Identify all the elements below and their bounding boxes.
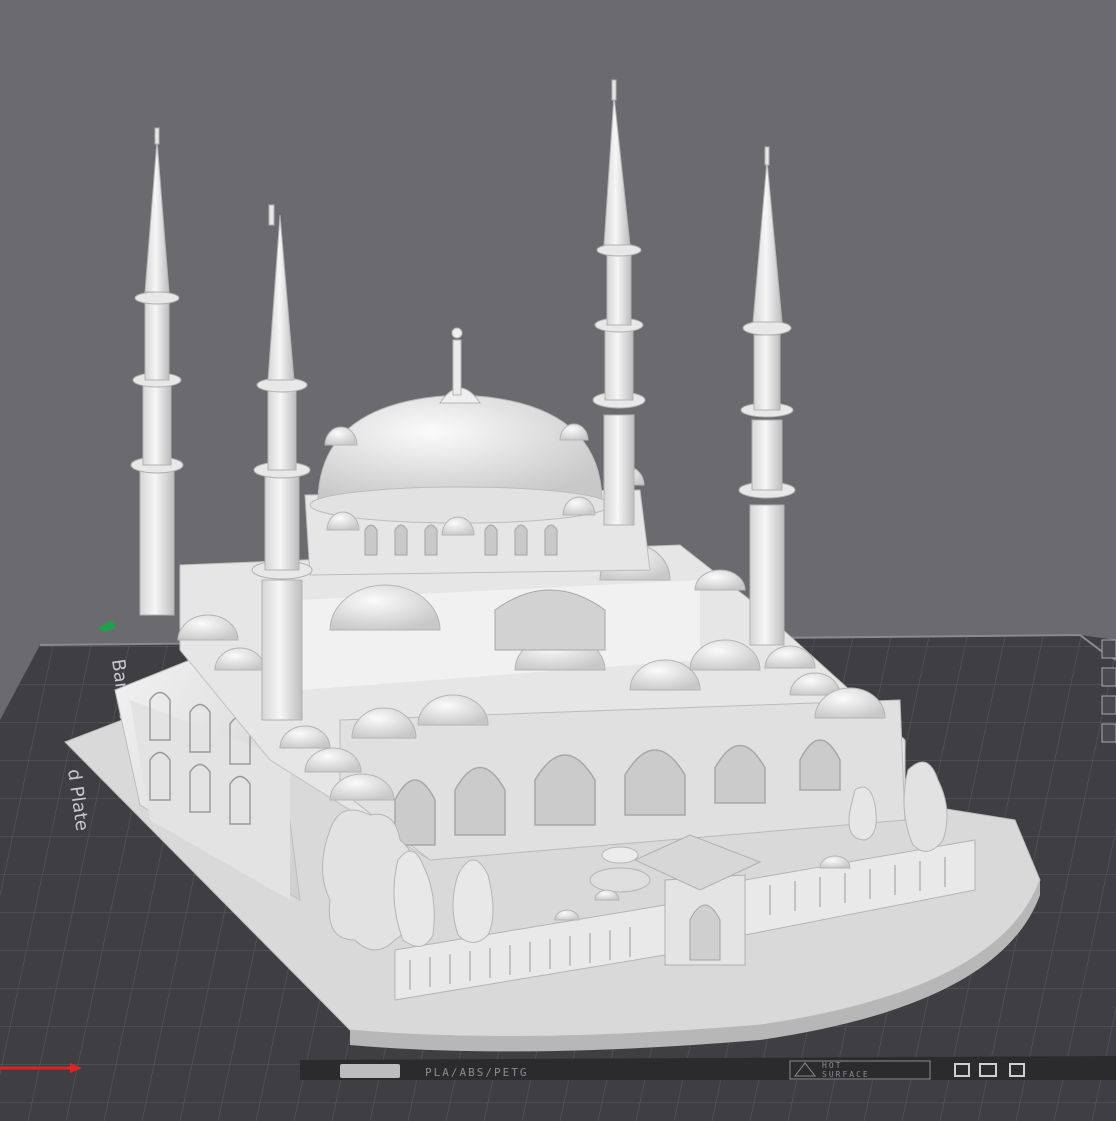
plate-logo-icon — [340, 1064, 400, 1078]
plate-bottom-bar: PLA/ABS/PETG HOT SURFACE — [300, 1056, 1116, 1080]
surface-label-line2: SURFACE — [822, 1070, 870, 1079]
minaret-1 — [130, 127, 184, 616]
surface-label-line1: HOT — [822, 1061, 842, 1070]
scene-svg[interactable]: Bambu Tex d Plate PLA/ABS/PETG HOT SURFA… — [0, 0, 1116, 1121]
y-axis-arrow-icon — [98, 620, 116, 632]
3d-viewport[interactable]: Bambu Tex d Plate PLA/ABS/PETG HOT SURFA… — [0, 0, 1116, 1121]
minaret-4 — [738, 146, 796, 646]
filament-label: PLA/ABS/PETG — [425, 1066, 528, 1079]
minaret-3 — [592, 79, 646, 526]
